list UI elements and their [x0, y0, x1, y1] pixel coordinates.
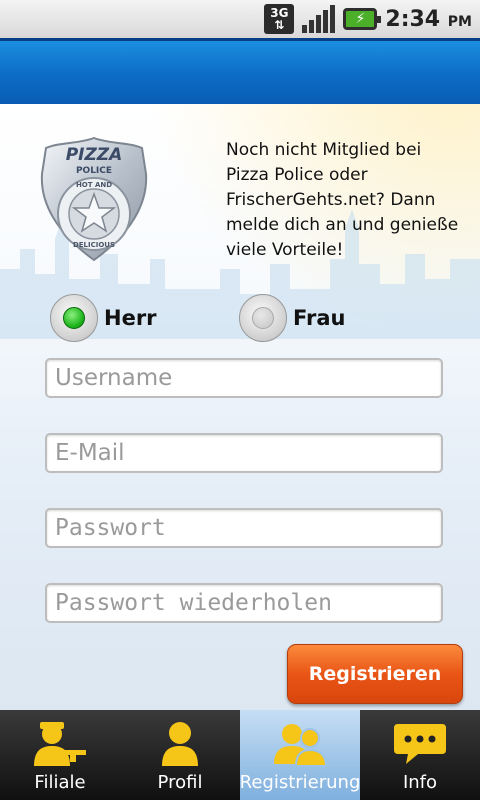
radio-button-unselected[interactable] — [239, 294, 287, 342]
network-3g-icon: 3G ⇅ — [264, 4, 295, 34]
person-icon — [162, 722, 198, 766]
clock: 2:34 PM — [385, 6, 472, 32]
email-field[interactable] — [45, 433, 443, 473]
password-repeat-field[interactable] — [45, 583, 443, 623]
email-input[interactable] — [55, 435, 441, 471]
svg-text:DELICIOUS: DELICIOUS — [73, 241, 115, 249]
register-button[interactable]: Registrieren — [287, 644, 463, 704]
tab-registrierung[interactable]: Registrierung — [240, 710, 360, 800]
bottom-tab-bar: Filiale Profil Registrierung Info — [0, 710, 480, 800]
svg-text:PIZZA: PIZZA — [66, 145, 123, 165]
tab-label-info: Info — [402, 772, 438, 793]
pizza-officer-icon — [34, 722, 86, 766]
tab-profil[interactable]: Profil — [120, 710, 240, 800]
password-input[interactable] — [55, 510, 441, 546]
radio-button-selected[interactable] — [50, 294, 98, 342]
svg-text:POLICE: POLICE — [76, 166, 112, 176]
password-repeat-input[interactable] — [55, 585, 441, 621]
username-input[interactable] — [55, 360, 441, 396]
intro-text: Noch nicht Mitglied bei Pizza Police ode… — [226, 140, 459, 260]
speech-bubble-icon — [394, 724, 446, 764]
app-header — [0, 38, 480, 104]
radio-label-frau: Frau — [293, 306, 346, 330]
radio-herr[interactable]: Herr — [50, 294, 157, 342]
signal-strength-icon — [302, 5, 336, 33]
username-field[interactable] — [45, 358, 443, 398]
tab-info[interactable]: Info — [360, 710, 480, 800]
tab-label-registrierung: Registrierung — [239, 772, 361, 793]
svg-text:HOT AND: HOT AND — [76, 181, 112, 189]
people-icon — [274, 724, 328, 767]
tab-filiale[interactable]: Filiale — [0, 710, 120, 800]
radio-frau[interactable]: Frau — [239, 294, 345, 342]
status-bar: 3G ⇅ ⚡ 2:34 PM — [0, 0, 480, 38]
registration-screen: PIZZA POLICE HOT AND DELICIOUS Noch nich… — [0, 104, 480, 710]
battery-charging-icon: ⚡ — [343, 8, 382, 30]
tab-label-profil: Profil — [157, 772, 203, 793]
tab-label-filiale: Filiale — [34, 772, 86, 793]
password-field[interactable] — [45, 508, 443, 548]
pizza-police-logo: PIZZA POLICE HOT AND DELICIOUS — [40, 136, 148, 262]
radio-label-herr: Herr — [104, 306, 157, 330]
